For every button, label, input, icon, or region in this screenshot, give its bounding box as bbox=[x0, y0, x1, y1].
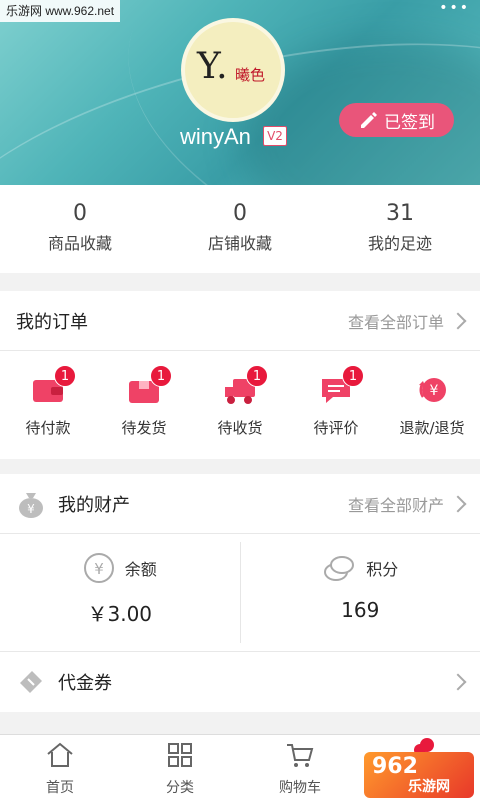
stat-label: 我的足迹 bbox=[367, 234, 432, 253]
balance-value: ￥3.00 bbox=[87, 602, 153, 626]
ticket-icon bbox=[20, 671, 42, 693]
stat-shop-favorites[interactable]: 0 店铺收藏 bbox=[160, 185, 320, 273]
balance-label: 余额 bbox=[124, 560, 157, 579]
order-pending-shipment[interactable]: 1 待发货 bbox=[96, 351, 192, 459]
site-logo-watermark: 962 乐游网 bbox=[364, 752, 474, 798]
category-icon bbox=[168, 743, 192, 767]
order-label: 待付款 bbox=[25, 419, 71, 437]
tab-cart[interactable]: 购物车 bbox=[240, 735, 360, 800]
avatar-signature-red: 曦色 bbox=[235, 66, 266, 84]
view-all-wealth-label: 查看全部财产 bbox=[347, 495, 444, 515]
pencil-icon bbox=[361, 112, 377, 128]
coins-icon bbox=[324, 556, 355, 581]
points-value: 169 bbox=[341, 598, 380, 622]
level-badge: V2 bbox=[263, 126, 287, 146]
username: winyAn bbox=[180, 124, 251, 149]
chevron-right-icon bbox=[449, 673, 467, 691]
wealth-header[interactable]: ¥ 我的财产 查看全部财产 bbox=[0, 474, 480, 534]
notification-dot bbox=[420, 738, 434, 752]
order-badge: 1 bbox=[54, 365, 76, 387]
tab-label: 分类 bbox=[166, 780, 194, 796]
home-icon bbox=[47, 742, 73, 767]
view-all-orders-label: 查看全部订单 bbox=[347, 312, 444, 332]
stat-footprints[interactable]: 31 我的足迹 bbox=[320, 185, 480, 273]
tab-label: 购物车 bbox=[279, 780, 321, 796]
logo-text-b: 乐游网 bbox=[408, 779, 450, 795]
stat-value: 31 bbox=[386, 201, 414, 226]
orders-section: 我的订单 查看全部订单 1 待付款 1 待发货 1 待收货 1 待评价 ¥ 退款… bbox=[0, 291, 480, 459]
coupon-row[interactable]: 代金券 bbox=[0, 652, 480, 712]
order-label: 待发货 bbox=[121, 419, 167, 437]
avatar[interactable]: Y. 曦色 bbox=[181, 18, 285, 122]
site-watermark: 乐游网 www.962.net bbox=[0, 0, 121, 22]
order-label: 待收货 bbox=[217, 419, 263, 437]
order-badge: 1 bbox=[150, 365, 172, 387]
orders-title: 我的订单 bbox=[16, 311, 88, 333]
stat-value: 0 bbox=[73, 201, 87, 226]
stats-bar: 0 商品收藏 0 店铺收藏 31 我的足迹 bbox=[0, 185, 480, 273]
more-icon[interactable]: ••• bbox=[439, 0, 470, 16]
signin-button[interactable]: 已签到 bbox=[339, 103, 454, 137]
svg-text:¥: ¥ bbox=[94, 560, 104, 578]
stat-label: 商品收藏 bbox=[47, 234, 112, 253]
order-badge: 1 bbox=[246, 365, 268, 387]
coupon-label: 代金券 bbox=[58, 673, 112, 694]
points-cell[interactable]: 积分 169 bbox=[239, 542, 480, 643]
stat-goods-favorites[interactable]: 0 商品收藏 bbox=[0, 185, 160, 273]
tab-label: 首页 bbox=[46, 780, 74, 796]
tab-category[interactable]: 分类 bbox=[120, 735, 240, 800]
order-pending-payment[interactable]: 1 待付款 bbox=[0, 351, 96, 459]
yen-coin-icon: ¥ bbox=[83, 553, 114, 583]
svg-text:¥: ¥ bbox=[27, 502, 35, 516]
tab-home[interactable]: 首页 bbox=[0, 735, 120, 800]
stat-label: 店铺收藏 bbox=[207, 234, 272, 253]
order-badge: 1 bbox=[342, 365, 364, 387]
cart-icon bbox=[287, 744, 314, 767]
wealth-section: ¥ 我的财产 查看全部财产 ¥ 余额 ￥3.00 积分 169 代金券 bbox=[0, 474, 480, 712]
balance-cell[interactable]: ¥ 余额 ￥3.00 bbox=[0, 534, 240, 651]
avatar-signature: Y. bbox=[197, 46, 228, 87]
wealth-title: 我的财产 bbox=[58, 494, 130, 516]
svg-text:¥: ¥ bbox=[430, 383, 439, 399]
orders-header[interactable]: 我的订单 查看全部订单 bbox=[0, 291, 480, 351]
view-all-wealth-link[interactable]: 查看全部财产 bbox=[347, 492, 467, 516]
chevron-right-icon bbox=[449, 312, 467, 329]
order-pending-receipt[interactable]: 1 待收货 bbox=[192, 351, 288, 459]
refund-icon: ¥ bbox=[415, 373, 449, 407]
signin-label: 已签到 bbox=[384, 112, 435, 133]
chevron-right-icon bbox=[449, 495, 467, 512]
order-label: 待评价 bbox=[313, 419, 359, 437]
order-refund[interactable]: ¥ 退款/退货 bbox=[384, 351, 480, 459]
stat-value: 0 bbox=[233, 201, 247, 226]
order-label: 退款/退货 bbox=[399, 419, 465, 437]
order-pending-review[interactable]: 1 待评价 bbox=[288, 351, 384, 459]
money-bag-icon: ¥ bbox=[19, 492, 43, 518]
view-all-orders-link[interactable]: 查看全部订单 bbox=[347, 309, 467, 333]
points-label: 积分 bbox=[366, 560, 399, 579]
